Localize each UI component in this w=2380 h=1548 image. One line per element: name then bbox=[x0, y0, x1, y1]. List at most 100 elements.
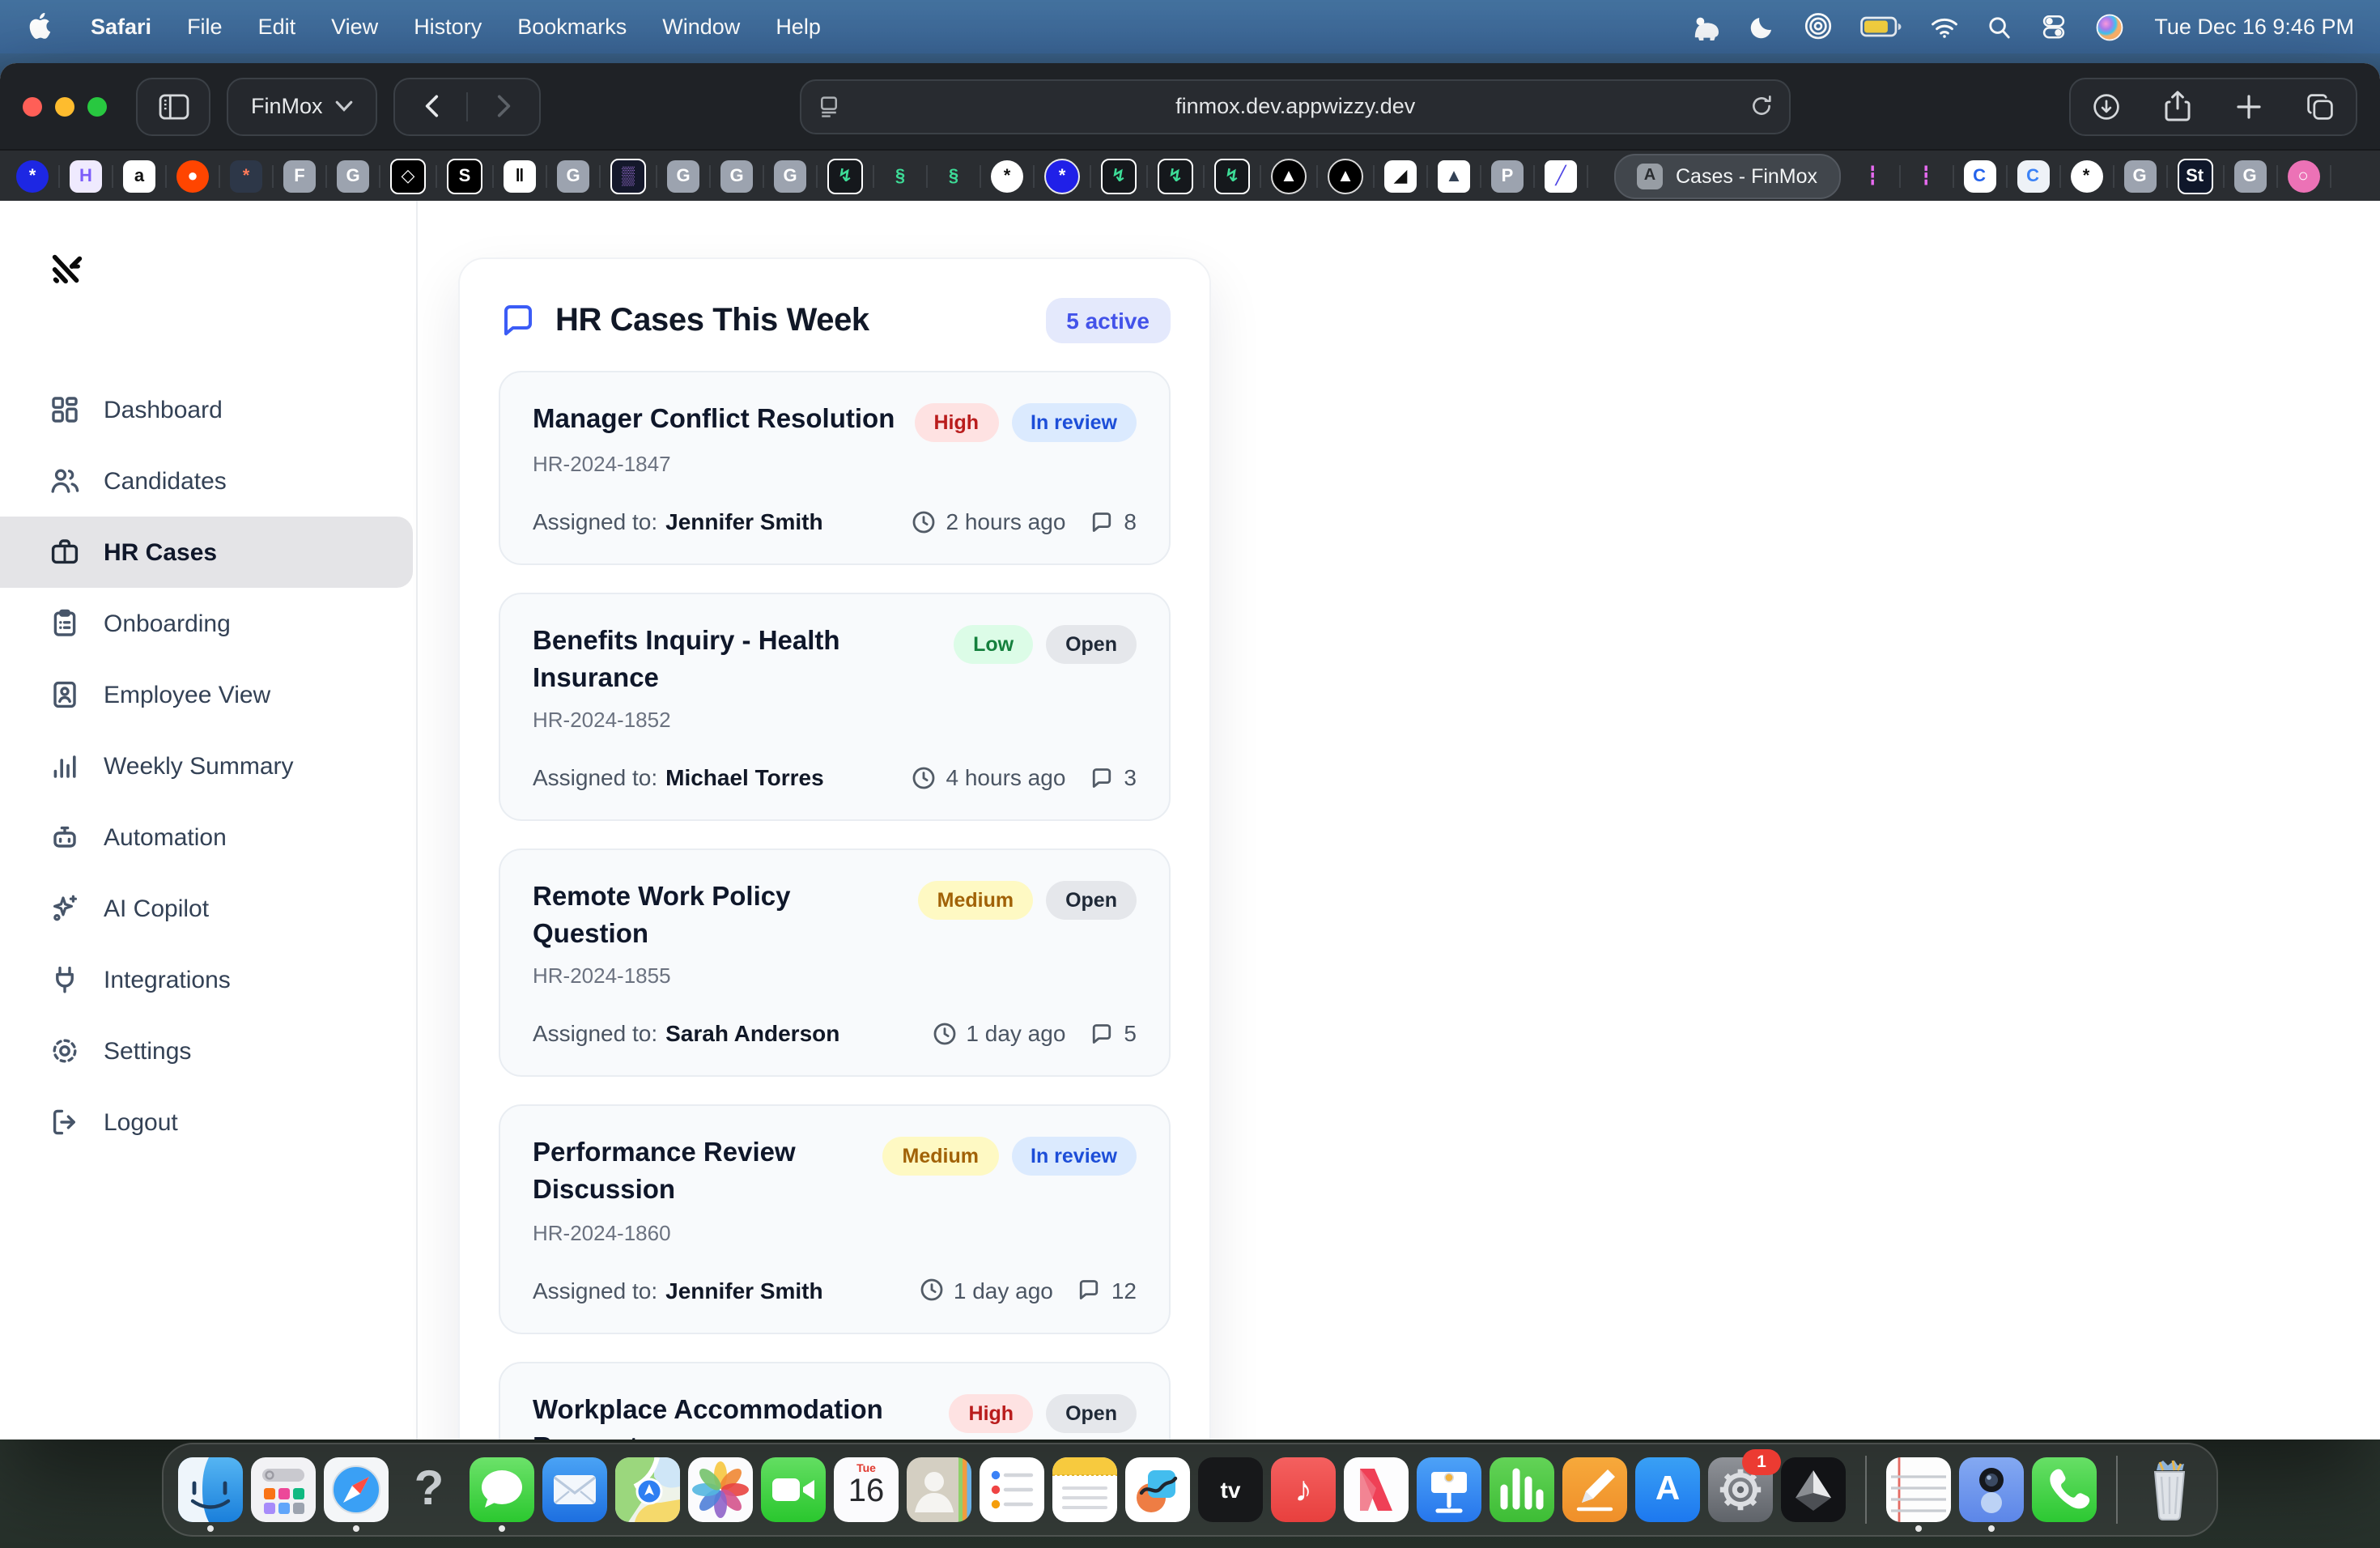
address-bar[interactable]: finmox.dev.appwizzy.dev bbox=[800, 79, 1791, 134]
favicon-hubspot[interactable]: * bbox=[230, 159, 262, 192]
spotlight-icon[interactable] bbox=[1986, 14, 2012, 40]
dock-phone[interactable] bbox=[2032, 1457, 2097, 1522]
control-center-icon[interactable] bbox=[2039, 13, 2067, 40]
finmox-logo[interactable] bbox=[49, 249, 416, 287]
dock-finder[interactable] bbox=[178, 1457, 243, 1522]
dock-notes[interactable] bbox=[1052, 1457, 1117, 1522]
dock-photos[interactable] bbox=[688, 1457, 753, 1522]
dock-keynote[interactable] bbox=[1417, 1457, 1481, 1522]
menu-file[interactable]: File bbox=[169, 15, 240, 39]
favicon-dribbble[interactable]: ○ bbox=[2287, 159, 2319, 192]
minimize-window-button[interactable] bbox=[55, 96, 74, 116]
menu-view[interactable]: View bbox=[313, 15, 396, 39]
back-button[interactable] bbox=[396, 79, 467, 134]
favicon-openai-blue[interactable]: * bbox=[1044, 158, 1080, 194]
menu-bookmarks[interactable]: Bookmarks bbox=[499, 15, 644, 39]
menu-edit[interactable]: Edit bbox=[240, 15, 314, 39]
favicon-openai-white[interactable]: * bbox=[991, 159, 1023, 192]
case-card[interactable]: Workplace Accommodation Request High Ope… bbox=[499, 1361, 1171, 1440]
dock-mail[interactable] bbox=[542, 1457, 607, 1522]
dock-music[interactable]: ♪ bbox=[1271, 1457, 1336, 1522]
sidebar-item-onboarding[interactable]: Onboarding bbox=[0, 588, 416, 659]
dock-pages[interactable] bbox=[1562, 1457, 1627, 1522]
sidebar-item-employee-view[interactable]: Employee View bbox=[0, 659, 416, 730]
favicon-bolt-green[interactable]: ↯ bbox=[1158, 158, 1193, 194]
sidebar-item-ai-copilot[interactable]: AI Copilot bbox=[0, 873, 416, 944]
favicon-s-black[interactable]: S bbox=[447, 158, 482, 194]
dock-freeform[interactable] bbox=[1125, 1457, 1190, 1522]
battery-icon[interactable] bbox=[1859, 16, 1902, 37]
focus-moon-icon[interactable] bbox=[1748, 13, 1775, 40]
dock-textedit[interactable] bbox=[1886, 1457, 1951, 1522]
favicon-diamond-black[interactable]: ◇ bbox=[390, 158, 426, 194]
case-card[interactable]: Benefits Inquiry - Health Insurance Low … bbox=[499, 593, 1171, 821]
dock-photo-booth[interactable] bbox=[1959, 1457, 2024, 1522]
wifi-icon[interactable] bbox=[1929, 15, 1958, 38]
favicon-figma[interactable]: ┇ bbox=[1910, 159, 1942, 192]
zoom-window-button[interactable] bbox=[87, 96, 107, 116]
favicon-bolt-green[interactable]: ↯ bbox=[827, 158, 863, 194]
sidebar-toggle-button[interactable] bbox=[136, 77, 210, 135]
favicon-g-gray[interactable]: G bbox=[720, 159, 753, 192]
favicon-stack[interactable]: St bbox=[2177, 158, 2212, 194]
favicon-c-blue[interactable]: C bbox=[1963, 159, 1995, 192]
dock-launchpad[interactable] bbox=[251, 1457, 316, 1522]
siri-icon[interactable] bbox=[2094, 12, 2123, 41]
case-card[interactable]: Performance Review Discussion Medium In … bbox=[499, 1105, 1171, 1333]
dock-reminders[interactable] bbox=[980, 1457, 1044, 1522]
favicon-bolt-green[interactable]: ↯ bbox=[1214, 158, 1250, 194]
favicon-pause-white[interactable]: ‖ bbox=[504, 159, 536, 192]
favicon-pen-blue[interactable]: ╱ bbox=[1545, 159, 1577, 192]
favicon-g-gray[interactable]: G bbox=[2233, 159, 2266, 192]
dock-system-settings[interactable]: 1 bbox=[1708, 1457, 1773, 1522]
sidebar-item-dashboard[interactable]: Dashboard bbox=[0, 374, 416, 445]
dock-apple-tv[interactable]: tv bbox=[1198, 1457, 1263, 1522]
tab-overview-button[interactable] bbox=[2284, 79, 2356, 134]
forward-button[interactable] bbox=[469, 79, 540, 134]
favicon-g-gray[interactable]: G bbox=[667, 159, 699, 192]
favicon-g-gray[interactable]: G bbox=[2123, 159, 2156, 192]
case-card[interactable]: Remote Work Policy Question Medium Open … bbox=[499, 848, 1171, 1077]
menu-history[interactable]: History bbox=[396, 15, 499, 39]
dock-news[interactable] bbox=[1344, 1457, 1409, 1522]
profile-switcher[interactable]: FinMox bbox=[227, 77, 378, 135]
favicon-swoosh-white[interactable]: ◢ bbox=[1384, 159, 1417, 192]
dock-prism-app[interactable] bbox=[1781, 1457, 1846, 1522]
dock-trash[interactable] bbox=[2137, 1457, 2202, 1522]
favicon-vercel[interactable]: ▲ bbox=[1328, 158, 1363, 194]
downloads-button[interactable] bbox=[2071, 79, 2142, 134]
favicon-bolt-green[interactable]: ↯ bbox=[1101, 158, 1137, 194]
menu-window[interactable]: Window bbox=[644, 15, 758, 39]
dock-contacts[interactable] bbox=[907, 1457, 971, 1522]
sidebar-item-hr-cases[interactable]: HR Cases bbox=[0, 517, 413, 588]
sidebar-item-weekly-summary[interactable]: Weekly Summary bbox=[0, 730, 416, 802]
dock-app-store[interactable]: A bbox=[1635, 1457, 1700, 1522]
dock-messages[interactable] bbox=[470, 1457, 534, 1522]
favicon-spiral-green[interactable]: § bbox=[937, 159, 970, 192]
dock-numbers[interactable] bbox=[1490, 1457, 1554, 1522]
favicon-sailboat[interactable]: ▲ bbox=[1438, 159, 1470, 192]
dock-calendar[interactable]: Tue 16 bbox=[834, 1457, 899, 1522]
favicon-vercel[interactable]: ▲ bbox=[1271, 158, 1307, 194]
favicon-equalizer-dark[interactable]: ▒ bbox=[610, 158, 646, 194]
menu-help[interactable]: Help bbox=[758, 15, 839, 39]
dock-maps[interactable] bbox=[615, 1457, 680, 1522]
favicon-p-gray[interactable]: P bbox=[1491, 159, 1524, 192]
favicon-amazon[interactable]: a bbox=[123, 159, 155, 192]
favicon-h-purple[interactable]: H bbox=[70, 159, 102, 192]
favicon-chatgpt-blue[interactable]: * bbox=[16, 159, 49, 192]
sidebar-item-automation[interactable]: Automation bbox=[0, 802, 416, 873]
favicon-reddit[interactable]: ● bbox=[176, 159, 209, 192]
new-tab-button[interactable] bbox=[2213, 79, 2284, 134]
menubar-app-icon[interactable] bbox=[1689, 14, 1720, 40]
favicon-openai-white[interactable]: * bbox=[2070, 159, 2102, 192]
favicon-g-gray[interactable]: G bbox=[337, 159, 369, 192]
favicon-figma[interactable]: ┇ bbox=[1856, 159, 1889, 192]
menubar-clock[interactable]: Tue Dec 16 9:46 PM bbox=[2151, 15, 2354, 39]
favicon-g-gray[interactable]: G bbox=[774, 159, 806, 192]
dock-missing-app[interactable]: ? bbox=[397, 1457, 461, 1522]
active-tab-pill[interactable]: A Cases - FinMox bbox=[1614, 153, 1840, 198]
favicon-g-gray[interactable]: G bbox=[557, 159, 589, 192]
menu-safari[interactable]: Safari bbox=[73, 15, 169, 39]
case-card[interactable]: Manager Conflict Resolution High In revi… bbox=[499, 371, 1171, 565]
